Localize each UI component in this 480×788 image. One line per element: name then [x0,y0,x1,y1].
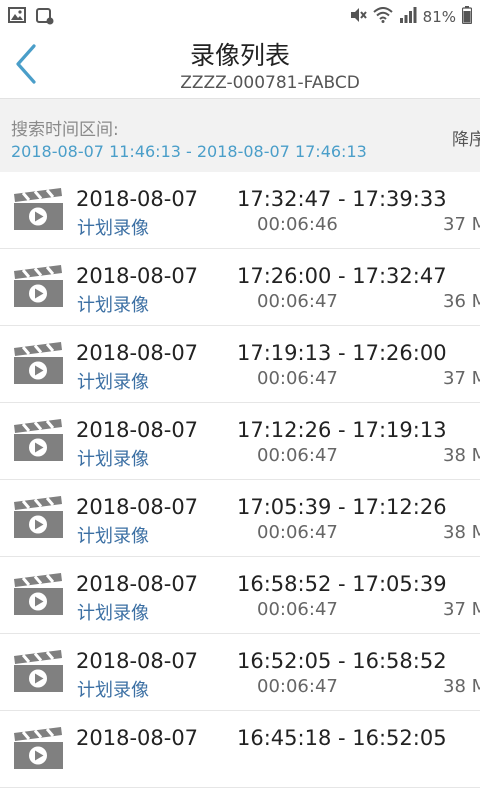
recording-duration: 00:06:47 [257,599,338,620]
recording-time-range: 16:52:05 - 16:58:52 [237,649,447,673]
notification-icon [36,7,54,29]
battery-text: 81% [422,8,456,26]
recording-size: 38 M [443,445,480,466]
recording-duration: 00:06:47 [257,368,338,389]
video-clip-icon [14,727,63,769]
recording-date: 2018-08-07 [76,649,199,673]
recording-date: 2018-08-07 [76,726,199,750]
recording-type: 计划录像 [77,218,149,239]
recording-size: 37 M [443,214,480,235]
recording-time-range: 16:45:18 - 16:52:05 [237,726,447,750]
recording-size: 36 M [443,291,480,312]
recording-item[interactable]: 2018-08-07 计划录像 17:05:39 - 17:12:26 00:0… [0,480,480,557]
signal-icon [399,7,417,27]
wifi-icon [372,7,393,27]
recording-size: 37 M [443,368,480,389]
recording-date: 2018-08-07 [76,418,199,442]
status-bar: 81% [0,0,480,32]
recording-type: 计划录像 [77,526,149,547]
recording-time-range: 16:58:52 - 17:05:39 [237,572,447,596]
search-range-label: 搜索时间区间: [11,120,119,140]
sort-order-button[interactable]: 降序 [452,125,480,150]
recording-item[interactable]: 2018-08-07 计划录像 17:26:00 - 17:32:47 00:0… [0,249,480,326]
recording-type: 计划录像 [77,680,149,701]
video-clip-icon [14,650,63,692]
recording-time-range: 17:12:26 - 17:19:13 [237,418,447,442]
recording-size: 37 M [443,599,480,620]
recording-duration: 00:06:47 [257,522,338,543]
recording-date: 2018-08-07 [76,187,199,211]
search-range-bar[interactable]: 搜索时间区间: 2018-08-07 11:46:13 - 2018-08-07… [0,98,480,173]
recording-duration: 00:06:47 [257,676,338,697]
image-icon [8,7,26,29]
battery-icon [461,6,473,28]
search-range-value: 2018-08-07 11:46:13 - 2018-08-07 17:46:1… [11,142,367,161]
header: 录像列表 ZZZZ-000781-FABCD [0,32,480,98]
recording-time-range: 17:05:39 - 17:12:26 [237,495,447,519]
recording-item[interactable]: 2018-08-07 计划录像 16:52:05 - 16:58:52 00:0… [0,634,480,711]
recording-date: 2018-08-07 [76,264,199,288]
recording-item[interactable]: 2018-08-07 16:45:18 - 16:52:05 [0,711,480,788]
device-id: ZZZZ-000781-FABCD [180,73,360,93]
recording-time-range: 17:19:13 - 17:26:00 [237,341,447,365]
recording-duration: 00:06:47 [257,445,338,466]
recording-type: 计划录像 [77,372,149,393]
mute-icon [349,6,367,28]
recording-item[interactable]: 2018-08-07 计划录像 17:19:13 - 17:26:00 00:0… [0,326,480,403]
recording-date: 2018-08-07 [76,572,199,596]
recording-item[interactable]: 2018-08-07 计划录像 16:58:52 - 17:05:39 00:0… [0,557,480,634]
video-clip-icon [14,188,63,230]
page-title: 录像列表 [189,41,290,70]
recording-time-range: 17:32:47 - 17:39:33 [237,187,447,211]
recording-size: 38 M [443,522,480,543]
recording-time-range: 17:26:00 - 17:32:47 [237,264,447,288]
recording-duration: 00:06:46 [257,214,338,235]
recording-date: 2018-08-07 [76,495,199,519]
recording-date: 2018-08-07 [76,341,199,365]
recording-list: 2018-08-07 计划录像 17:32:47 - 17:39:33 00:0… [0,172,480,788]
recording-item[interactable]: 2018-08-07 计划录像 17:12:26 - 17:19:13 00:0… [0,403,480,480]
video-clip-icon [14,496,63,538]
recording-size: 38 M [443,676,480,697]
recording-type: 计划录像 [77,295,149,316]
video-clip-icon [14,419,63,461]
video-clip-icon [14,265,63,307]
video-clip-icon [14,573,63,615]
recording-type: 计划录像 [77,603,149,624]
recording-type: 计划录像 [77,449,149,470]
recording-item[interactable]: 2018-08-07 计划录像 17:32:47 - 17:39:33 00:0… [0,172,480,249]
video-clip-icon [14,342,63,384]
recording-duration: 00:06:47 [257,291,338,312]
